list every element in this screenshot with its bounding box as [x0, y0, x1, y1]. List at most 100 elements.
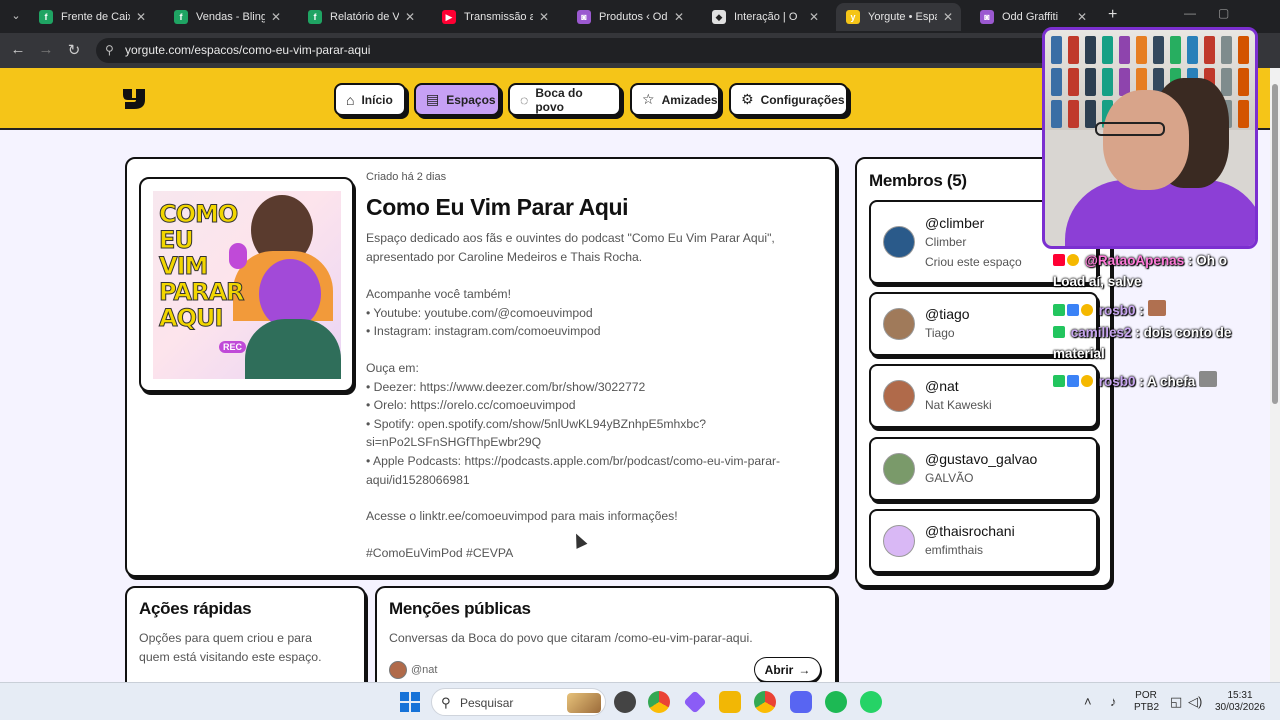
chat-bubble-icon: ◌: [520, 91, 529, 108]
spray-can: [1187, 36, 1198, 64]
new-tab-button[interactable]: +: [1108, 6, 1117, 24]
app-icon[interactable]: [683, 690, 707, 714]
spotify-link[interactable]: • Spotify: open.spotify.com/show/5nlUwKL…: [366, 415, 828, 434]
tab-close-icon[interactable]: ✕: [943, 10, 953, 24]
spray-can: [1204, 36, 1215, 64]
deezer-link[interactable]: • Deezer: https://www.deezer.com/br/show…: [366, 378, 828, 397]
address-bar[interactable]: ⚲ yorgute.com/espacos/como-eu-vim-parar-…: [96, 38, 1096, 63]
browser-tab[interactable]: ▶ Transmissão ao vi ✕: [432, 3, 557, 31]
spray-can: [1085, 68, 1096, 96]
volume-icon[interactable]: ◁): [1188, 694, 1202, 710]
clock[interactable]: 15:31 30/03/2026: [1210, 690, 1270, 714]
orelo-link[interactable]: • Orelo: https://orelo.cc/comoeuvimpod: [366, 396, 828, 415]
member-name: Nat Kaweski: [925, 398, 992, 412]
chat-message: rosb0 : A chefa: [1053, 371, 1219, 389]
site-info-icon[interactable]: ⚲: [105, 43, 114, 57]
spray-can: [1119, 36, 1130, 64]
reload-icon[interactable]: ↻: [64, 41, 84, 59]
cube-badge-icon: [1067, 375, 1079, 387]
apple-podcasts-link[interactable]: • Apple Podcasts: https://podcasts.apple…: [366, 452, 828, 471]
page-scrollbar[interactable]: [1270, 68, 1280, 682]
listen-section: Ouça em: • Deezer: https://www.deezer.co…: [366, 359, 828, 489]
open-mention-button[interactable]: Abrir →: [754, 657, 821, 682]
tab-close-icon[interactable]: ✕: [271, 10, 281, 24]
whatsapp-icon[interactable]: [860, 691, 882, 713]
member-handle: @climber: [925, 215, 985, 231]
scrollbar-thumb[interactable]: [1272, 84, 1278, 404]
tray-expand-icon[interactable]: ˄: [1084, 694, 1092, 709]
nav-1[interactable]: ▤ Espaços: [414, 83, 500, 116]
discord-icon[interactable]: [790, 691, 812, 713]
url-text: yorgute.com/espacos/como-eu-vim-parar-aq…: [125, 43, 371, 57]
file-explorer-icon[interactable]: [719, 691, 741, 713]
spray-can: [1085, 100, 1096, 128]
description-line: Espaço dedicado aos fãs e ouvintes do po…: [366, 231, 775, 245]
browser-tab[interactable]: ◙ Produtos ‹ Odd G ✕: [567, 3, 692, 31]
tab-close-icon[interactable]: ✕: [809, 10, 819, 24]
yorgute-logo-icon[interactable]: [122, 88, 146, 110]
tab-close-icon[interactable]: ✕: [136, 10, 146, 24]
webcam-shirt: [1065, 180, 1255, 246]
forward-icon[interactable]: →: [36, 41, 56, 58]
maximize-icon[interactable]: ▢: [1218, 6, 1229, 20]
chat-text: : Oh o: [1187, 253, 1227, 268]
member-name: emfimthais: [925, 543, 984, 557]
minimize-icon[interactable]: —: [1184, 6, 1196, 20]
language-indicator[interactable]: POR PTB2: [1134, 690, 1159, 714]
instagram-link[interactable]: • Instagram: instagram.com/comoeuvimpod: [366, 322, 828, 341]
browser-tab[interactable]: f Vendas - Bling ✕: [164, 3, 289, 31]
member-name: Tiago: [925, 326, 955, 340]
member-handle: @nat: [925, 378, 959, 394]
network-icon[interactable]: ◱: [1170, 694, 1182, 710]
tab-close-icon[interactable]: ✕: [1077, 10, 1087, 24]
chrome-profile-icon[interactable]: [754, 691, 776, 713]
member-card[interactable]: @gustavo_galvao GALVÃO: [869, 437, 1098, 501]
mention-user[interactable]: @nat: [389, 661, 437, 679]
tab-close-icon[interactable]: ✕: [539, 10, 549, 24]
chat-text: : A chefa: [1139, 374, 1196, 389]
tab-favicon-icon: ◆: [712, 10, 726, 24]
spotify-link-cont[interactable]: si=nPo2LSFnSHGfThpEwbr29Q: [366, 433, 828, 452]
open-button-label: Abrir: [764, 662, 794, 677]
browser-tab[interactable]: y Yorgute • Espaço ✕: [836, 3, 961, 31]
avatar: [389, 661, 407, 679]
avatar: [883, 308, 915, 340]
browser-tab[interactable]: f Relatório de Vend ✕: [298, 3, 423, 31]
quick-actions-title: Ações rápidas: [139, 599, 252, 618]
youtube-link[interactable]: • Youtube: youtube.com/@comoeuvimpod: [366, 304, 828, 323]
spotify-icon[interactable]: [825, 691, 847, 713]
chat-user: camilles2: [1070, 325, 1132, 340]
obs-icon[interactable]: [614, 691, 636, 713]
tab-search-button[interactable]: ⌄: [6, 6, 26, 26]
search-icon: ⚲: [441, 695, 451, 710]
nav-4[interactable]: ⚙ Configurações: [729, 83, 848, 116]
chrome-icon[interactable]: [648, 691, 670, 713]
tab-favicon-icon: ◙: [577, 10, 591, 24]
taskbar-search[interactable]: ⚲ Pesquisar: [431, 688, 606, 716]
member-card[interactable]: @thaisrochani emfimthais: [869, 509, 1098, 573]
browser-tab[interactable]: ◆ Interação | O ✕: [702, 3, 827, 31]
nav-label: Amizades: [661, 92, 718, 107]
back-icon[interactable]: ←: [8, 41, 28, 58]
space-description: Espaço dedicado aos fãs e ouvintes do po…: [366, 229, 828, 266]
spray-can: [1068, 100, 1079, 128]
nav-0[interactable]: ⌂ Início: [334, 83, 406, 116]
windows-start-icon[interactable]: [400, 692, 420, 712]
emote-icon: [1199, 371, 1218, 387]
quick-actions-text: Opções para quem criou e para quem está …: [139, 629, 359, 667]
spray-can: [1051, 100, 1062, 128]
spray-can: [1102, 68, 1113, 96]
nav-3[interactable]: ☆ Amizades: [630, 83, 720, 116]
browser-tab[interactable]: f Frente de Caixa - ✕: [29, 3, 154, 31]
spray-can: [1170, 36, 1181, 64]
microphone-tray-icon[interactable]: ♪: [1110, 694, 1117, 709]
member-name: Climber: [925, 235, 967, 249]
coin-badge-icon: [1081, 375, 1093, 387]
emote-icon: [1147, 300, 1166, 316]
tab-close-icon[interactable]: ✕: [674, 10, 684, 24]
apple-podcasts-link-cont[interactable]: aqui/id1528066981: [366, 471, 828, 490]
tab-close-icon[interactable]: ✕: [405, 10, 415, 24]
webcam-overlay: [1042, 27, 1258, 249]
nav-2[interactable]: ◌ Boca do povo: [508, 83, 621, 116]
youtube-badge-icon: [1053, 254, 1065, 266]
